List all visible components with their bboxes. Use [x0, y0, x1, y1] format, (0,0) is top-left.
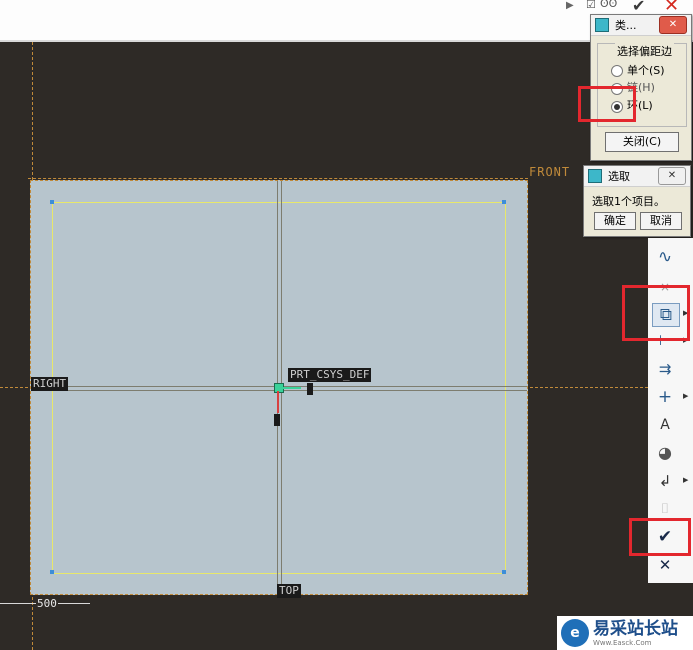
right-plane-label: RIGHT	[31, 377, 69, 391]
group-label: 选择偏距边	[615, 43, 674, 59]
front-plane-label: FRONT	[529, 165, 571, 179]
dialog-icon	[595, 18, 609, 32]
radio-single[interactable]	[611, 65, 623, 77]
palette-icon[interactable]: ◕	[652, 442, 678, 464]
glasses-icon[interactable]: ʘʘ	[600, 0, 617, 10]
mirror-icon[interactable]: ⌷	[652, 498, 678, 520]
dialog-icon	[588, 169, 602, 183]
dimension-value[interactable]: 500	[36, 597, 58, 610]
watermark-text: 易采站长站	[593, 619, 678, 639]
constraint-marker	[274, 414, 280, 426]
close-icon[interactable]: ✕	[658, 167, 686, 185]
corner-point[interactable]	[502, 570, 506, 574]
corner-point[interactable]	[50, 200, 54, 204]
csys-x-axis	[281, 387, 301, 389]
dialog-titlebar[interactable]: 类... ✕	[591, 15, 691, 36]
constraint-marker	[307, 383, 313, 395]
expand-arrow-icon[interactable]: ▶	[566, 0, 574, 11]
highlight-offset-tool	[622, 285, 690, 341]
select-message: 选取1个项目。	[592, 195, 665, 208]
constraint-icon[interactable]: +	[652, 386, 678, 408]
spline-icon[interactable]: ∿	[652, 246, 678, 268]
corner-point[interactable]	[50, 570, 54, 574]
cancel-button[interactable]: 取消	[640, 212, 682, 230]
close-icon[interactable]: ✕	[659, 16, 687, 34]
highlight-loop-option	[578, 86, 636, 122]
csys-y-axis	[277, 391, 279, 413]
dialog-titlebar[interactable]: 选取 ✕	[584, 166, 690, 187]
modify-icon[interactable]: ⇉	[652, 358, 678, 380]
option-single-label: 单个(S)	[627, 64, 665, 77]
corner-point[interactable]	[502, 200, 506, 204]
top-plane-label: TOP	[277, 584, 301, 598]
front-plane-edge	[28, 178, 528, 179]
dialog-title: 类...	[615, 19, 637, 32]
cancel-icon[interactable]: ✕	[652, 554, 678, 576]
expand-arrow-icon[interactable]: ▶	[683, 392, 688, 400]
dialog-title: 选取	[608, 170, 630, 183]
sketch-rectangle-region[interactable]	[30, 180, 528, 595]
select-dialog: 选取 ✕ 选取1个项目。 确定 取消	[583, 165, 691, 237]
watermark-subtext: Www.Easck.Com	[593, 639, 652, 647]
watermark: e 易采站长站 Www.Easck.Com	[557, 616, 693, 650]
expand-arrow-icon[interactable]: ▶	[683, 476, 688, 484]
close-button[interactable]: 关闭(C)	[605, 132, 679, 152]
csys-label: PRT_CSYS_DEF	[288, 368, 372, 382]
confirm-top-icon[interactable]: ✔	[632, 0, 645, 15]
checkbox-icon[interactable]: ☑	[586, 0, 596, 11]
watermark-logo-icon: e	[561, 619, 589, 647]
text-icon[interactable]: A	[652, 414, 678, 436]
trim-icon[interactable]: ↲	[652, 470, 678, 492]
ok-button[interactable]: 确定	[594, 212, 636, 230]
highlight-confirm	[629, 518, 691, 556]
